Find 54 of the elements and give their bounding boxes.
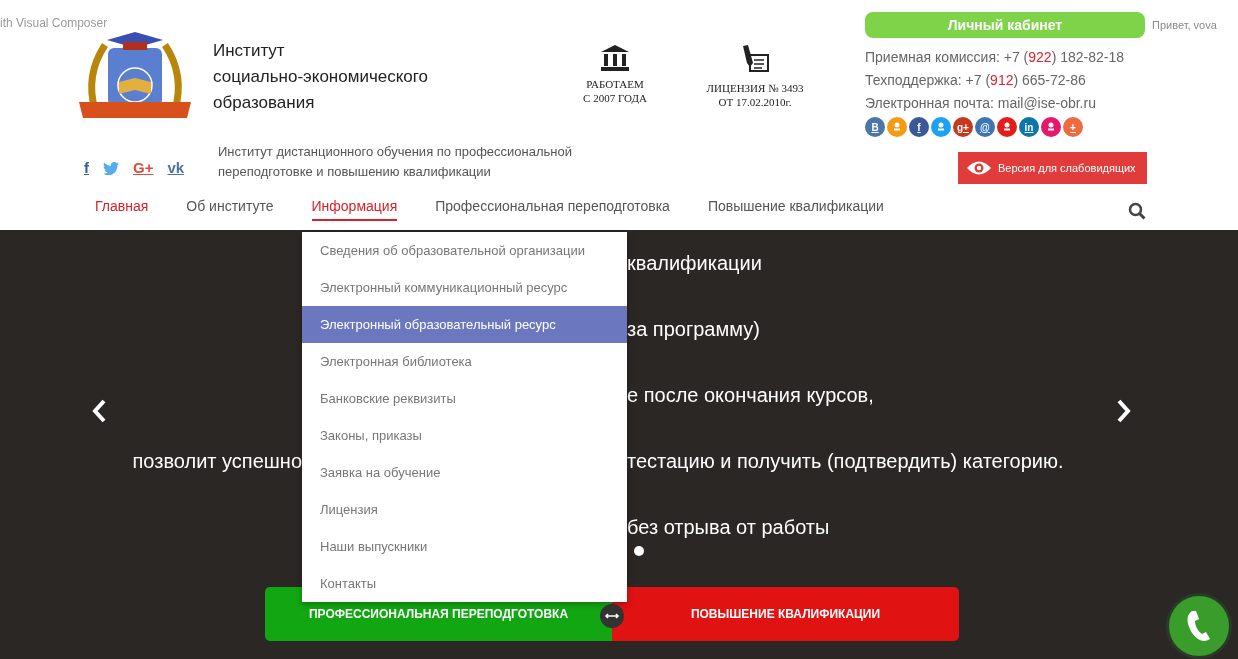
feature-caption: РАБОТАЕМ (586, 77, 644, 91)
google-plus-link[interactable]: G+ (133, 159, 154, 177)
share-icon[interactable]: B (865, 117, 885, 137)
share-icon[interactable] (1041, 117, 1061, 137)
share-icon[interactable]: in (1019, 117, 1039, 137)
feature-caption: ОТ 17.02.2010г. (718, 95, 792, 109)
nav-link[interactable]: Об институте (186, 196, 274, 221)
building-icon (601, 45, 629, 71)
dropdown-item[interactable]: Наши выпускники (302, 528, 627, 565)
slide-text: тестацию и получить (подтвердить) категорию. (627, 449, 1064, 474)
dropdown-item[interactable]: Заявка на обучение (302, 454, 627, 491)
eye-icon (966, 160, 992, 176)
slide-text: квалификации (627, 251, 762, 276)
dropdown-item[interactable]: Электронный образовательный ресурс (302, 306, 627, 343)
brand-title-line: социально-экономического (213, 66, 429, 88)
carousel-next-icon[interactable] (1117, 398, 1131, 423)
share-icon[interactable]: g+ (953, 117, 973, 137)
nav-link[interactable]: Информация (311, 196, 398, 221)
share-icon[interactable] (931, 117, 951, 137)
share-icon[interactable]: f (909, 117, 929, 137)
slide-text: за программу) (627, 317, 760, 342)
nav-link[interactable]: Повышение квалификации (707, 196, 884, 221)
dropdown-item[interactable]: Законы, приказы (302, 417, 627, 454)
contact-line: Техподдержка: +7 (912) 665-72-86 (865, 71, 1087, 90)
dropdown-item[interactable]: Сведения об образовательной организации (302, 232, 627, 269)
slide-text: е после окончания курсов, (627, 383, 874, 408)
brand-title-line: образования (213, 92, 316, 114)
share-icon[interactable]: + (1063, 117, 1083, 137)
slide-text: позволит успешно (132, 449, 302, 474)
carousel-prev-icon[interactable] (92, 398, 106, 423)
contact-line: Электронная почта: mail@ise-obr.ru (865, 94, 1097, 113)
dropdown-item[interactable]: Банковские реквизиты (302, 380, 627, 417)
dropdown-item[interactable]: Электронный коммуникационный ресурс (302, 269, 627, 306)
cta-button[interactable]: ПОВЫШЕНИЕ КВАЛИФИКАЦИИ (612, 587, 959, 641)
dropdown-item[interactable]: Электронная библиотека (302, 343, 627, 380)
nav-link[interactable]: Главная (95, 196, 149, 221)
feature-caption: ЛИЦЕНЗИЯ № 3493 (706, 81, 804, 95)
feature-caption: С 2007 ГОДА (583, 91, 647, 105)
dropdown-item[interactable]: Лицензия (302, 491, 627, 528)
slide-text: без отрыва от работы (627, 515, 830, 540)
slide-indicator[interactable] (634, 546, 644, 556)
share-icon[interactable] (997, 117, 1017, 137)
nav-link[interactable]: Профессиональная переподготовка (435, 196, 670, 221)
document-pen-icon (740, 45, 770, 75)
builder-label: ith Visual Composer (0, 15, 108, 32)
contact-line: Приемная комиссия: +7 (922) 182-82-18 (865, 48, 1126, 67)
swap-arrows-icon (600, 603, 624, 628)
low-vision-button[interactable]: Версия для слабовидящих (958, 152, 1147, 184)
share-icon[interactable]: @ (975, 117, 995, 137)
tagline: Институт дистанционного обучения по профессиональной переподготовке и повышению квалификации (218, 143, 573, 181)
facebook-link[interactable]: f (84, 159, 89, 177)
greeting-label: Привет, vova (1152, 18, 1217, 33)
vk-link[interactable]: vk (167, 159, 185, 177)
brand-title-line: Институт (213, 40, 286, 62)
